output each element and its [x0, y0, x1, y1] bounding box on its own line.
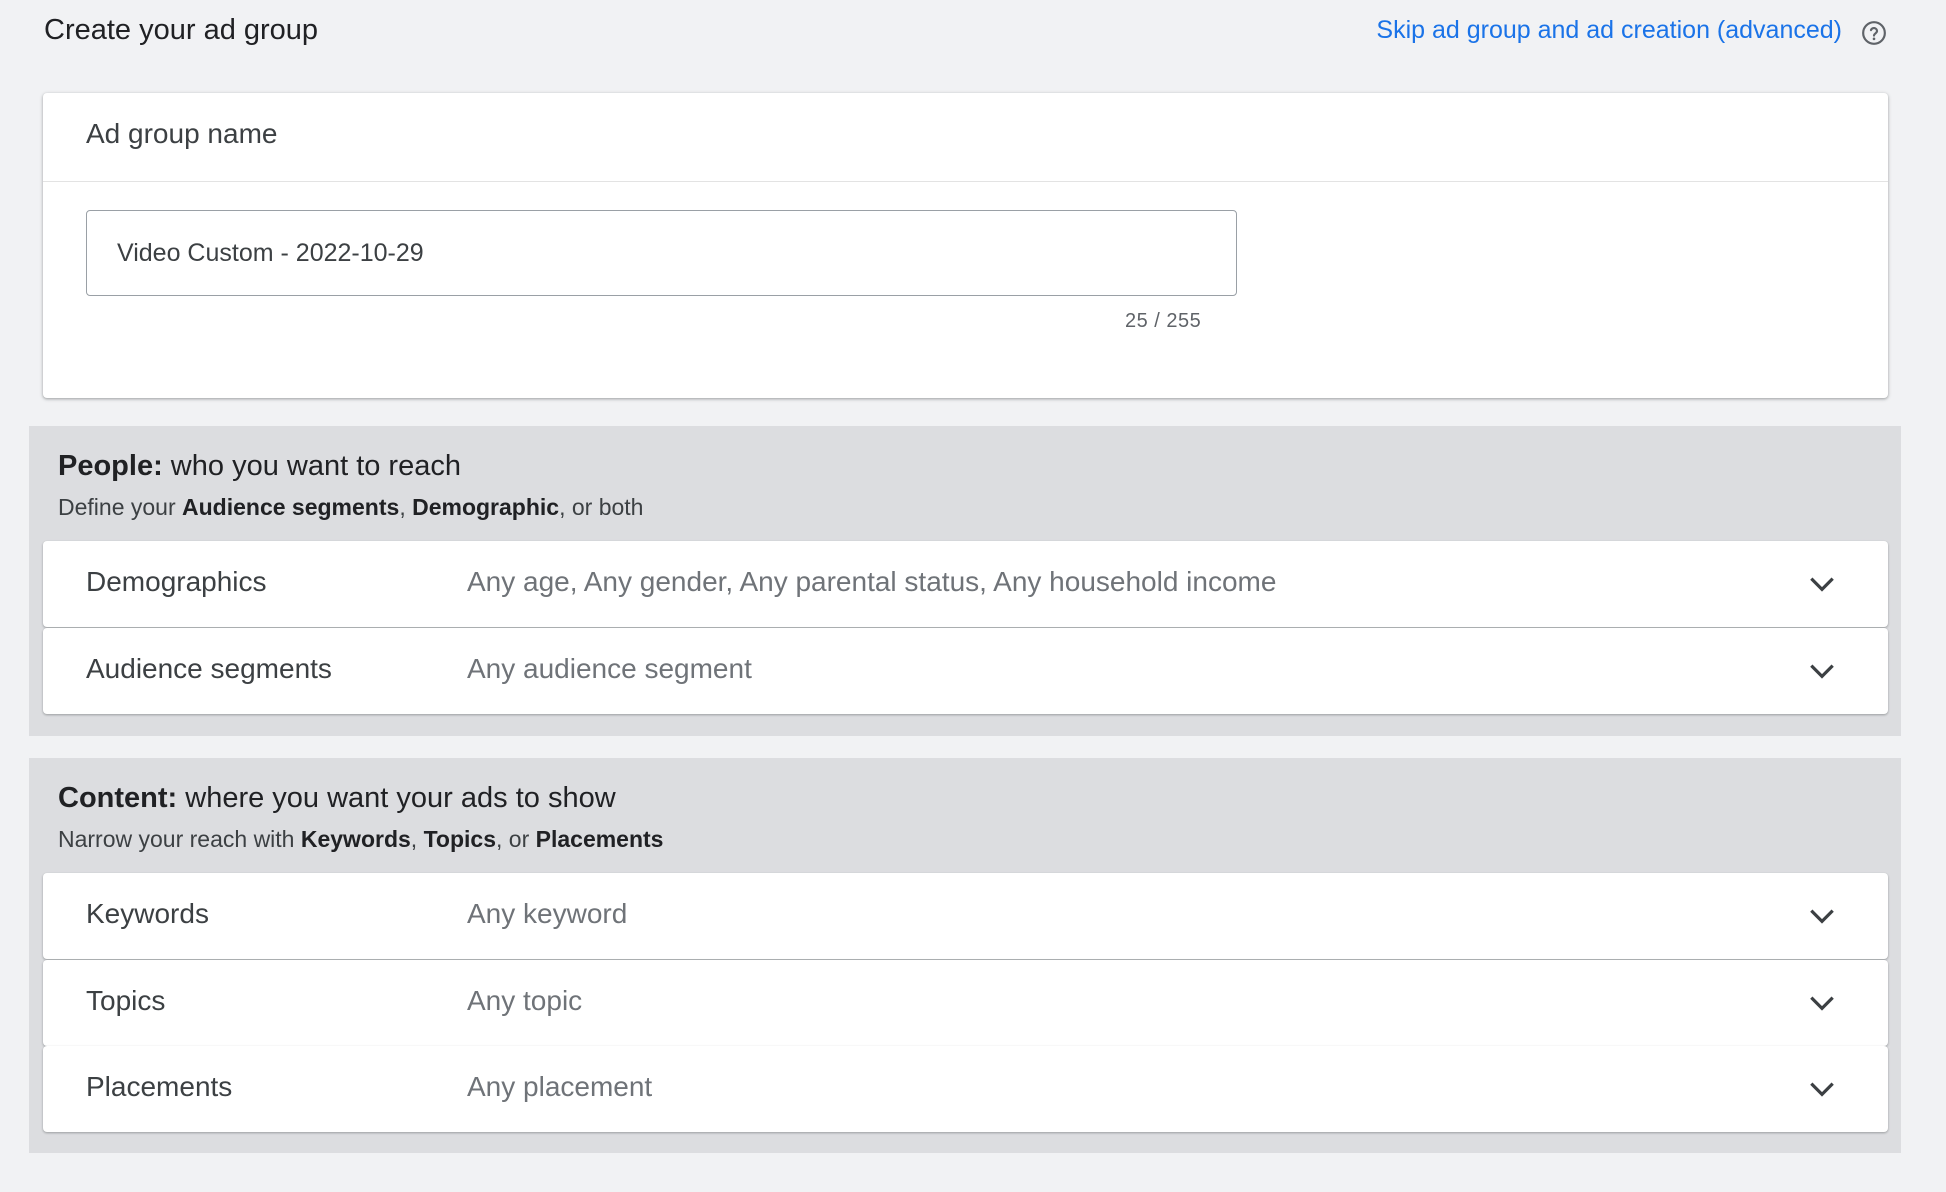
content-sub-placements: Placements	[535, 826, 664, 852]
row-value: Any topic	[467, 985, 583, 1016]
page-title: Create your ad group	[44, 14, 319, 46]
character-counter: 25 / 255	[1125, 310, 1202, 332]
row-value: Any keyword	[467, 898, 628, 929]
demographics-row[interactable]: Demographics Any age, Any gender, Any pa…	[43, 541, 1888, 627]
help-circle-icon[interactable]	[1861, 20, 1887, 46]
content-section: Content: where you want your ads to show…	[29, 758, 1901, 1153]
content-subtitle: Narrow your reach with Keywords, Topics,…	[58, 826, 663, 853]
people-subtitle: Define your Audience segments, Demograph…	[58, 494, 643, 521]
content-sub-keywords: Keywords	[300, 826, 411, 852]
people-heading: People: who you want to reach	[58, 450, 461, 483]
ad-group-name-input[interactable]	[86, 210, 1237, 296]
chevron-down-icon[interactable]	[1806, 900, 1838, 932]
people-sub-demographic: Demographic	[412, 494, 560, 520]
row-label: Demographics	[86, 566, 267, 597]
people-sub-audience: Audience segments	[182, 494, 400, 520]
people-section: People: who you want to reach Define you…	[29, 426, 1901, 736]
chevron-down-icon[interactable]	[1806, 1073, 1838, 1105]
chevron-down-icon[interactable]	[1806, 655, 1838, 687]
ad-group-name-card: Ad group name 25 / 255	[43, 93, 1888, 398]
people-heading-rest: who you want to reach	[162, 450, 461, 482]
chevron-down-icon[interactable]	[1806, 568, 1838, 600]
row-label: Topics	[86, 985, 166, 1016]
row-value: Any placement	[467, 1071, 653, 1102]
card-title: Ad group name	[43, 93, 1888, 182]
row-label: Placements	[86, 1071, 233, 1102]
row-label: Audience segments	[86, 653, 332, 684]
placements-row[interactable]: Placements Any placement	[43, 1046, 1888, 1132]
skip-ad-group-link[interactable]: Skip ad group and ad creation (advanced)	[1376, 16, 1842, 45]
content-sub-pre: Narrow your reach with	[58, 826, 301, 852]
people-sub-pre: Define your	[58, 494, 183, 520]
row-value: Any age, Any gender, Any parental status…	[467, 566, 1277, 597]
content-heading-rest: where you want your ads to show	[177, 782, 616, 814]
topics-row[interactable]: Topics Any topic	[43, 960, 1888, 1046]
audience-segments-row[interactable]: Audience segments Any audience segment	[43, 628, 1888, 714]
content-sub-mid1: ,	[410, 826, 424, 852]
content-sub-mid2: , or	[496, 826, 536, 852]
page-header: Create your ad group Skip ad group and a…	[0, 0, 1946, 70]
row-label: Keywords	[86, 898, 209, 929]
people-sub-mid: ,	[399, 494, 413, 520]
chevron-down-icon[interactable]	[1806, 987, 1838, 1019]
content-sub-topics: Topics	[423, 826, 496, 852]
content-heading-bold: Content:	[58, 782, 178, 814]
content-heading: Content: where you want your ads to show	[58, 782, 616, 815]
row-value: Any audience segment	[467, 653, 752, 684]
people-heading-bold: People:	[58, 450, 163, 482]
people-sub-post: , or both	[559, 494, 644, 520]
keywords-row[interactable]: Keywords Any keyword	[43, 873, 1888, 959]
